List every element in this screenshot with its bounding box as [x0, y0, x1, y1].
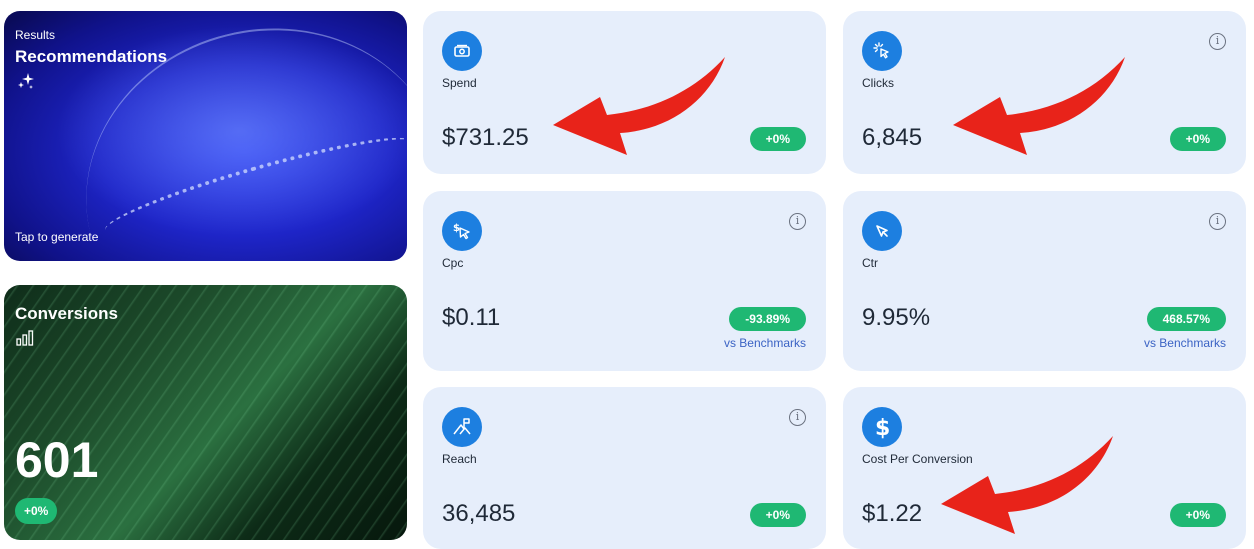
ctr-benchmark-link[interactable]: vs Benchmarks — [1144, 336, 1226, 350]
reach-info-icon[interactable]: i — [789, 409, 806, 426]
recommendations-eyebrow: Results — [15, 28, 56, 42]
clicks-label: Clicks — [862, 76, 894, 90]
spend-value: $731.25 — [442, 124, 529, 151]
cpc-change-badge: -93.89% — [729, 307, 806, 331]
cursor-icon — [862, 211, 902, 251]
cpc-value: $0.11 — [442, 304, 501, 331]
cost-per-conversion-value: $1.22 — [862, 500, 923, 527]
clicks-card[interactable]: i Clicks 6,845 +0% — [843, 11, 1246, 174]
spend-label: Spend — [442, 76, 477, 90]
cpc-info-icon[interactable]: i — [789, 213, 806, 230]
cost-per-conversion-label: Cost Per Conversion — [862, 452, 973, 466]
recommendations-title: Recommendations — [15, 47, 168, 66]
conversions-title: Conversions — [15, 304, 118, 323]
ctr-label: Ctr — [862, 256, 878, 270]
ctr-value: 9.95% — [862, 304, 931, 331]
conversions-card[interactable]: Conversions 601 +0% — [4, 285, 407, 540]
ctr-card[interactable]: i Ctr 9.95% 468.57% vs Benchmarks — [843, 191, 1246, 371]
reach-card[interactable]: i Reach 36,485 +0% — [423, 387, 826, 549]
svg-text:$: $ — [875, 416, 890, 439]
reach-change-badge: +0% — [749, 503, 806, 527]
dollar-cursor-icon: $ — [442, 211, 482, 251]
sparkle-icon — [18, 73, 34, 89]
spend-card[interactable]: Spend $731.25 +0% — [423, 11, 826, 174]
cpc-label: Cpc — [442, 256, 464, 270]
recommendations-card[interactable]: Results Recommendations Tap to generate — [4, 11, 407, 261]
cost-per-conversion-card[interactable]: $ Cost Per Conversion $1.22 +0% — [843, 387, 1246, 549]
ctr-change-badge: 468.57% — [1146, 307, 1226, 331]
clicks-value: 6,845 — [862, 124, 923, 151]
reach-value: 36,485 — [442, 500, 516, 527]
bar-chart-icon — [16, 330, 34, 346]
cpc-card[interactable]: $ i Cpc $0.11 -93.89% vs Benchmarks — [423, 191, 826, 371]
spend-change-badge: +0% — [749, 127, 806, 151]
conversions-value: 601 — [15, 432, 99, 488]
svg-text:$: $ — [453, 223, 460, 234]
clicks-info-icon[interactable]: i — [1209, 33, 1226, 50]
cursor-click-icon — [862, 31, 902, 71]
money-icon — [442, 31, 482, 71]
reach-label: Reach — [442, 452, 477, 466]
dollar-icon: $ — [862, 407, 902, 447]
flag-mountain-icon — [442, 407, 482, 447]
cpc-benchmark-link[interactable]: vs Benchmarks — [724, 336, 806, 350]
ctr-info-icon[interactable]: i — [1209, 213, 1226, 230]
cost-per-conversion-change-badge: +0% — [1169, 503, 1226, 527]
clicks-change-badge: +0% — [1169, 127, 1226, 151]
generate-link[interactable]: Tap to generate — [15, 230, 98, 244]
conversions-change-badge: +0% — [15, 498, 58, 524]
